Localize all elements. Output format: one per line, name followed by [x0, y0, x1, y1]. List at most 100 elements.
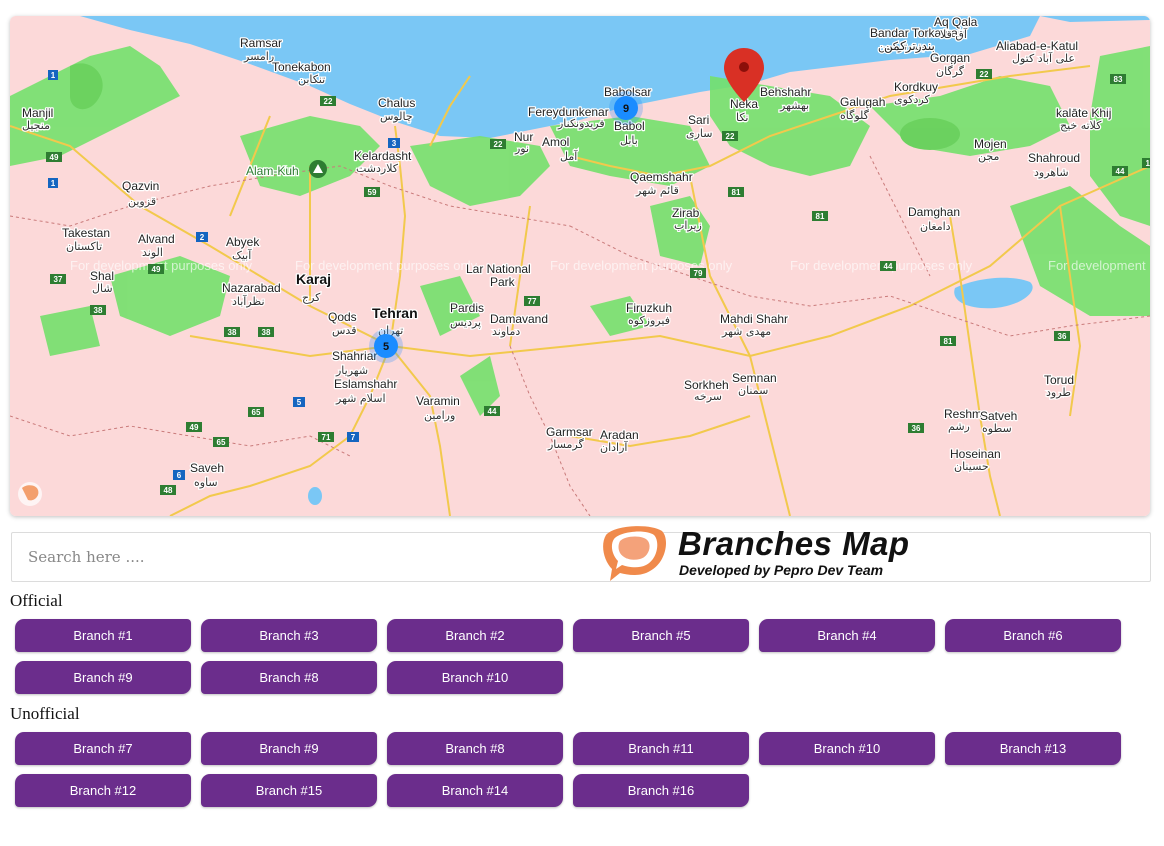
svg-text:حسینان: حسینان: [954, 460, 989, 473]
svg-text:22: 22: [726, 132, 735, 141]
map-canvas[interactable]: For development purposes only For develo…: [10, 16, 1150, 516]
svg-text:Semnan: Semnan: [732, 371, 777, 385]
svg-text:Sari: Sari: [688, 113, 709, 127]
svg-text:Manjil: Manjil: [22, 106, 53, 120]
svg-text:ورامین: ورامین: [424, 409, 455, 422]
branch-button[interactable]: Branch #10: [759, 732, 935, 765]
small-lake: [308, 487, 322, 505]
svg-text:کردکوی: کردکوی: [894, 93, 930, 106]
svg-text:بندرترکمن: بندرترکمن: [884, 39, 935, 53]
svg-text:Karaj: Karaj: [296, 271, 331, 287]
svg-text:نور: نور: [514, 142, 529, 155]
svg-text:Alvand: Alvand: [138, 232, 175, 246]
svg-text:38: 38: [262, 328, 271, 337]
branch-button[interactable]: Branch #10: [387, 661, 563, 694]
svg-text:Lar National: Lar National: [466, 262, 531, 276]
branch-button[interactable]: Branch #13: [945, 732, 1121, 765]
svg-text:Abyek: Abyek: [226, 235, 260, 249]
branch-button[interactable]: Branch #7: [15, 732, 191, 765]
svg-text:Reshm: Reshm: [944, 407, 982, 421]
branch-button[interactable]: Branch #6: [945, 619, 1121, 652]
svg-text:قزوین: قزوین: [128, 195, 156, 208]
cluster-marker-tehran[interactable]: 5: [369, 329, 403, 363]
branch-button[interactable]: Branch #5: [573, 619, 749, 652]
svg-text:کلاردشت: کلاردشت: [356, 162, 399, 175]
svg-text:گلوگاه: گلوگاه: [840, 109, 870, 122]
branches-map[interactable]: For development purposes only For develo…: [10, 16, 1150, 516]
svg-text:شهریار: شهریار: [335, 364, 368, 377]
svg-text:زیراب: زیراب: [674, 219, 702, 232]
branches-map-logo: Branches Map Developed by Pepro Dev Team: [600, 521, 930, 583]
svg-text:چالوس: چالوس: [380, 110, 413, 123]
svg-text:Shahroud: Shahroud: [1028, 151, 1080, 165]
svg-text:شاهرود: شاهرود: [1034, 166, 1069, 179]
svg-text:تنکابن: تنکابن: [298, 73, 325, 86]
group-title-unofficial: Unofficial: [10, 704, 80, 723]
group-title-official: Official: [10, 591, 63, 610]
svg-text:Kelardasht: Kelardasht: [354, 149, 412, 163]
search-box[interactable]: [11, 532, 1151, 582]
branch-button[interactable]: Branch #2: [387, 619, 563, 652]
svg-text:ساری: ساری: [686, 127, 713, 140]
svg-text:گرگان: گرگان: [936, 65, 965, 78]
search-input[interactable]: [12, 533, 1150, 581]
branch-button[interactable]: Branch #14: [387, 774, 563, 807]
branch-button[interactable]: Branch #3: [201, 619, 377, 652]
svg-text:سرخه: سرخه: [694, 390, 722, 403]
svg-text:Takestan: Takestan: [62, 226, 110, 240]
svg-text:Mojen: Mojen: [974, 137, 1007, 151]
svg-text:59: 59: [368, 188, 377, 197]
svg-text:مجن: مجن: [978, 150, 999, 163]
branch-button[interactable]: Branch #1: [15, 619, 191, 652]
svg-text:71: 71: [322, 433, 331, 442]
branch-button[interactable]: Branch #12: [15, 774, 191, 807]
branch-button[interactable]: Branch #9: [15, 661, 191, 694]
svg-text:شال: شال: [92, 282, 113, 295]
svg-text:رامسر: رامسر: [243, 50, 274, 63]
cluster-marker-babol[interactable]: 9: [609, 91, 643, 125]
svg-text:22: 22: [494, 140, 503, 149]
svg-text:65: 65: [252, 408, 261, 417]
svg-text:38: 38: [94, 306, 103, 315]
svg-text:Park: Park: [490, 275, 516, 289]
svg-text:Chalus: Chalus: [378, 96, 415, 110]
svg-text:Hoseinan: Hoseinan: [950, 447, 1001, 461]
svg-text:Eslamshahr: Eslamshahr: [334, 377, 397, 391]
svg-text:81: 81: [944, 337, 953, 346]
svg-text:Torud: Torud: [1044, 373, 1074, 387]
svg-text:14: 14: [1146, 159, 1150, 168]
svg-text:Qods: Qods: [328, 310, 357, 324]
svg-text:Damghan: Damghan: [908, 205, 960, 219]
svg-text:Satveh: Satveh: [980, 409, 1017, 423]
svg-text:Nazarabad: Nazarabad: [222, 281, 281, 295]
svg-text:22: 22: [980, 70, 989, 79]
svg-text:Tehran: Tehran: [372, 305, 418, 321]
svg-text:Qazvin: Qazvin: [122, 179, 159, 193]
svg-text:بهشهر: بهشهر: [779, 99, 809, 112]
branch-button[interactable]: Branch #8: [201, 661, 377, 694]
svg-text:منجیل: منجیل: [22, 119, 50, 132]
svg-text:Damavand: Damavand: [490, 312, 548, 326]
svg-text:83: 83: [1114, 75, 1123, 84]
branch-button[interactable]: Branch #9: [201, 732, 377, 765]
branch-button[interactable]: Branch #16: [573, 774, 749, 807]
svg-text:81: 81: [816, 212, 825, 221]
branch-button[interactable]: Branch #11: [573, 732, 749, 765]
logo-subtitle: Developed by Pepro Dev Team: [679, 562, 884, 578]
branch-button[interactable]: Branch #15: [201, 774, 377, 807]
svg-text:1: 1: [51, 179, 56, 188]
logo-title: Branches Map: [678, 525, 910, 562]
svg-text:5: 5: [297, 398, 302, 407]
svg-text:22: 22: [324, 97, 333, 106]
svg-text:3: 3: [392, 139, 397, 148]
svg-text:کلاته خیج: کلاته خیج: [1060, 119, 1102, 132]
svg-text:Galugah: Galugah: [840, 95, 885, 109]
svg-text:Garmsar: Garmsar: [546, 425, 593, 439]
branch-button[interactable]: Branch #4: [759, 619, 935, 652]
svg-text:Zirab: Zirab: [672, 206, 700, 220]
svg-text:Ramsar: Ramsar: [240, 36, 282, 50]
svg-text:سمنان: سمنان: [738, 384, 768, 397]
branch-button[interactable]: Branch #8: [387, 732, 563, 765]
svg-text:Alam-Kuh: Alam-Kuh: [246, 164, 299, 178]
svg-text:1: 1: [51, 71, 56, 80]
